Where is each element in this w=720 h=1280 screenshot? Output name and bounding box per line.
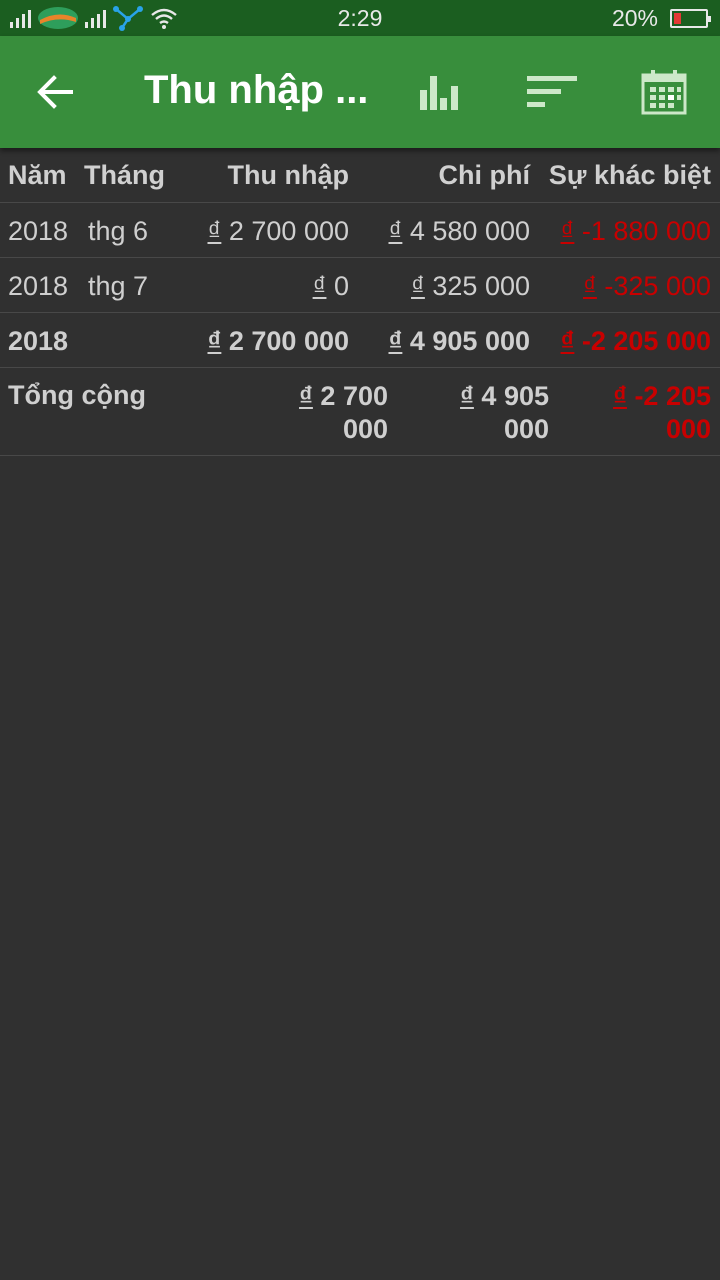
total-expense: ₫ 4 905 000	[460, 381, 549, 444]
grand-total-row: Tổng cộng ₫ 2 700 000 ₫ 4 905 000 ₫ -2 2…	[0, 368, 720, 456]
income-expense-table: Năm Tháng Thu nhập Chi phí Sự khác biệt …	[0, 148, 720, 456]
currency-symbol: ₫	[207, 326, 222, 356]
header-month[interactable]: Tháng	[84, 160, 165, 191]
row-difference: ₫ -1 880 000	[560, 216, 711, 246]
subtotal-income: ₫ 2 700 000	[207, 326, 350, 356]
currency-symbol: ₫	[583, 271, 597, 301]
subtotal-difference: ₫ -2 205 000	[560, 326, 711, 356]
row-year: 2018	[8, 216, 69, 246]
currency-symbol: ₫	[560, 326, 575, 356]
row-expense: ₫ 4 580 000	[388, 216, 531, 246]
table-row[interactable]: 2018 thg 7 ₫ 0 ₫ 325 000 ₫ -325 000	[0, 258, 720, 313]
currency-symbol: ₫	[560, 216, 575, 246]
table-row[interactable]: 2018 thg 6 ₫ 2 700 000 ₫ 4 580 000 ₫ -1 …	[0, 203, 720, 258]
currency-symbol: ₫	[388, 216, 403, 246]
calendar-button[interactable]	[636, 64, 692, 120]
total-income: ₫ 2 700 000	[299, 381, 388, 444]
row-income: ₫ 2 700 000	[207, 216, 350, 246]
currency-symbol: ₫	[388, 326, 403, 356]
header-difference[interactable]: Sự khác biệt	[549, 160, 711, 191]
sort-icon	[527, 76, 577, 107]
table-header-row: Năm Tháng Thu nhập Chi phí Sự khác biệt	[0, 148, 720, 203]
row-month: thg 6	[88, 216, 149, 246]
header-expense[interactable]: Chi phí	[439, 160, 530, 191]
sort-button[interactable]	[524, 64, 580, 120]
battery-icon	[670, 9, 711, 28]
page-title: Thu nhập ...	[144, 68, 369, 112]
row-month: thg 7	[88, 271, 149, 301]
header-year[interactable]: Năm	[8, 160, 67, 191]
currency-symbol: ₫	[460, 381, 474, 411]
chart-button[interactable]	[412, 64, 468, 120]
row-expense: ₫ 325 000	[411, 271, 530, 301]
back-arrow-icon	[37, 75, 73, 109]
currency-symbol: ₫	[299, 381, 313, 411]
currency-symbol: ₫	[312, 271, 327, 301]
battery-percent: 20%	[611, 5, 658, 31]
subtotal-year: 2018	[8, 326, 69, 356]
row-income: ₫ 0	[312, 271, 349, 301]
currency-symbol: ₫	[207, 216, 222, 246]
total-difference: ₫ -2 205 000	[613, 381, 711, 444]
currency-symbol: ₫	[411, 271, 425, 301]
row-year: 2018	[8, 271, 69, 301]
year-subtotal-row[interactable]: 2018 ₫ 2 700 000 ₫ 4 905 000 ₫ -2 205 00…	[0, 313, 720, 368]
status-icons-right: 20%	[611, 5, 711, 32]
calendar-icon	[641, 70, 687, 115]
row-difference: ₫ -325 000	[583, 271, 711, 301]
currency-symbol: ₫	[613, 381, 627, 411]
header-income[interactable]: Thu nhập	[228, 160, 349, 191]
bar-chart-icon	[420, 76, 458, 110]
status-bar: 2:29 20%	[0, 0, 720, 36]
app-bar: Thu nhập ...	[0, 36, 720, 148]
subtotal-expense: ₫ 4 905 000	[388, 326, 531, 356]
total-label: Tổng cộng	[8, 380, 146, 410]
back-button[interactable]	[24, 64, 88, 120]
